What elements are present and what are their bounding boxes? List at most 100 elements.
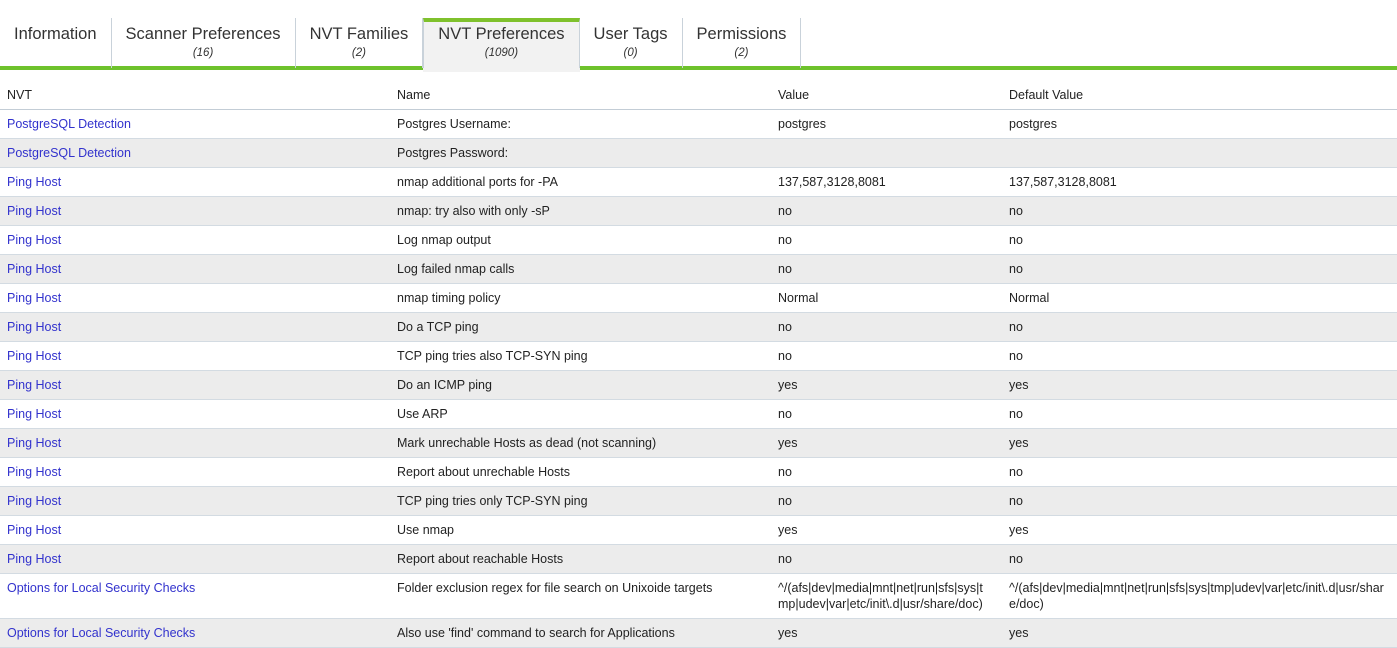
cell-name: TCP ping tries also TCP-SYN ping [389,341,770,371]
tab-bar: Information Scanner Preferences (16) NVT Fa… [0,18,1397,72]
column-header-nvt[interactable]: NVT [0,88,389,110]
cell-default-value: no [1001,225,1397,255]
tab-nvt-preferences[interactable]: NVT Preferences (1090) [423,18,580,72]
nvt-link[interactable]: Options for Local Security Checks [7,626,195,640]
nvt-link[interactable]: Ping Host [7,407,61,421]
cell-default-value: yes [1001,370,1397,400]
tab-nvt-families[interactable]: NVT Families (2) [296,18,424,68]
cell-value: no [770,486,1001,516]
table-row: Ping Host Use nmap yes yes [0,515,1397,545]
tab-scanner-preferences[interactable]: Scanner Preferences (16) [112,18,296,68]
cell-name: Postgres Password: [389,138,770,168]
table-row: Ping Host nmap additional ports for -PA 13… [0,167,1397,197]
table-row: Ping Host TCP ping tries only TCP-SYN pin… [0,486,1397,516]
cell-nvt: Ping Host [0,312,389,342]
table-row: Options for Local Security Checks Folder … [0,573,1397,619]
tab-information[interactable]: Information [0,18,112,68]
table-row: Ping Host Log nmap output no no [0,225,1397,255]
cell-name: Report about reachable Hosts [389,544,770,574]
cell-nvt: Ping Host [0,370,389,400]
cell-value: postgres [770,109,1001,139]
cell-nvt: Ping Host [0,428,389,458]
cell-name: Do a TCP ping [389,312,770,342]
cell-nvt: PostgreSQL Detection [0,109,389,139]
cell-default-value: yes [1001,515,1397,545]
table-row: Ping Host Do a TCP ping no no [0,312,1397,342]
tab-label: NVT Families [309,25,409,43]
cell-name: Postgres Username: [389,109,770,139]
cell-name: Use nmap [389,515,770,545]
table-row: Ping Host nmap: try also with only -sP no n… [0,196,1397,226]
table-row: Ping Host TCP ping tries also TCP-SYN pin… [0,341,1397,371]
nvt-link[interactable]: Ping Host [7,320,61,334]
cell-value: yes [770,618,1001,648]
tab-user-tags[interactable]: User Tags (0) [580,18,683,68]
nvt-link[interactable]: Ping Host [7,465,61,479]
table-row: Ping Host Report about reachable Hosts no n… [0,544,1397,574]
cell-nvt: Ping Host [0,515,389,545]
nvt-link[interactable]: Ping Host [7,523,61,537]
table-header: NVT Name Value Default Value [0,88,1397,110]
cell-name: Mark unrechable Hosts as dead (not scann… [389,428,770,458]
cell-name: nmap additional ports for -PA [389,167,770,197]
nvt-link[interactable]: Ping Host [7,378,61,392]
cell-value: no [770,457,1001,487]
column-header-value[interactable]: Value [770,88,1001,110]
table-row: Ping Host Do an ICMP ping yes yes [0,370,1397,400]
cell-default-value: no [1001,399,1397,429]
nvt-link[interactable]: Ping Host [7,262,61,276]
cell-default-value: no [1001,196,1397,226]
nvt-link[interactable]: PostgreSQL Detection [7,146,131,160]
cell-value: yes [770,428,1001,458]
table-row: Ping Host Use ARP no no [0,399,1397,429]
cell-name: nmap: try also with only -sP [389,196,770,226]
tab-count: (2) [351,47,366,59]
table-row: Options for Local Security Checks Also us… [0,618,1397,648]
table-row: Ping Host nmap timing policy Normal Normal [0,283,1397,313]
cell-value: no [770,254,1001,284]
nvt-link[interactable]: Options for Local Security Checks [7,581,195,595]
cell-nvt: Ping Host [0,254,389,284]
cell-default-value: postgres [1001,109,1397,139]
cell-name: Also use 'find' command to search for Ap… [389,618,770,648]
nvt-link[interactable]: Ping Host [7,552,61,566]
tab-count: (2) [734,47,749,59]
cell-value: no [770,312,1001,342]
cell-default-value: yes [1001,428,1397,458]
nvt-link[interactable]: Ping Host [7,233,61,247]
cell-default-value: no [1001,486,1397,516]
nvt-link[interactable]: Ping Host [7,349,61,363]
cell-name: Folder exclusion regex for file search o… [389,573,770,619]
cell-default-value: no [1001,312,1397,342]
cell-nvt: Ping Host [0,544,389,574]
cell-value [770,138,1001,168]
tab-label: Information [14,25,97,43]
nvt-link[interactable]: Ping Host [7,494,61,508]
table-row: PostgreSQL Detection Postgres Username: po… [0,109,1397,139]
table-row: Ping Host Mark unrechable Hosts as dead (… [0,428,1397,458]
column-header-name[interactable]: Name [389,88,770,110]
cell-nvt: Ping Host [0,196,389,226]
cell-value: no [770,196,1001,226]
cell-nvt: Ping Host [0,225,389,255]
cell-value: Normal [770,283,1001,313]
column-header-default-value[interactable]: Default Value [1001,88,1397,110]
cell-name: Use ARP [389,399,770,429]
nvt-link[interactable]: PostgreSQL Detection [7,117,131,131]
cell-value: ^/(afs|dev|media|mnt|net|run|sfs|sys|tmp… [770,573,1001,619]
cell-nvt: Ping Host [0,283,389,313]
tab-label: Permissions [696,25,787,43]
cell-default-value: ^/(afs|dev|media|mnt|net|run|sfs|sys|tmp… [1001,573,1397,619]
nvt-link[interactable]: Ping Host [7,175,61,189]
tab-count: (1090) [484,47,519,59]
cell-nvt: PostgreSQL Detection [0,138,389,168]
nvt-link[interactable]: Ping Host [7,436,61,450]
tab-count: (16) [192,47,214,59]
tab-permissions[interactable]: Permissions (2) [683,18,802,68]
cell-default-value: no [1001,457,1397,487]
nvt-link[interactable]: Ping Host [7,291,61,305]
nvt-link[interactable]: Ping Host [7,204,61,218]
cell-name: Log failed nmap calls [389,254,770,284]
cell-name: Do an ICMP ping [389,370,770,400]
cell-nvt: Ping Host [0,341,389,371]
